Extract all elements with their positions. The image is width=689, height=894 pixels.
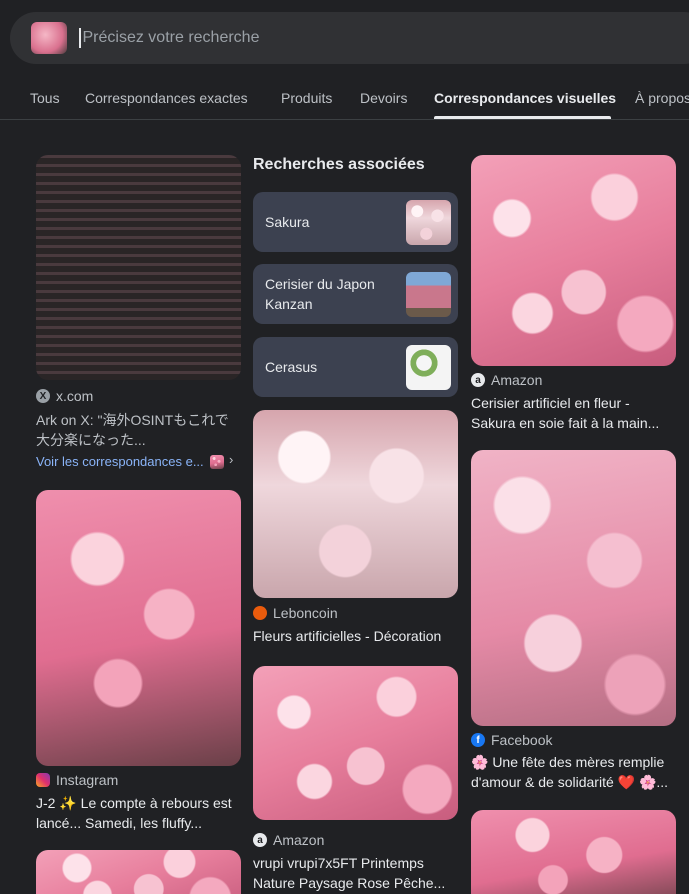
related-item-label: Sakura [265,214,310,230]
title-line: 🌸 Une fête des mères remplie [471,754,665,770]
related-item-label: Cerasus [265,359,318,375]
result-title-amazon-cerisier[interactable]: Cerisier artificiel en fleur - Sakura en… [471,393,681,433]
source-label: x.com [56,388,94,404]
result-title-facebook[interactable]: 🌸 Une fête des mères remplie d'amour & d… [471,752,681,792]
result-title-amazon-vrupi[interactable]: vrupi vrupi7x5FT Printemps Nature Paysag… [253,853,463,893]
search-image-thumbnail[interactable] [31,22,67,54]
title-line: Sakura en soie fait à la main... [471,415,660,431]
title-line: lancé... Samedi, les fluffy... [36,815,203,831]
result-source-x: X x.com [36,388,93,404]
source-label: Amazon [273,832,325,848]
result-source-leboncoin: Leboncoin [253,605,338,621]
related-item-kanzan[interactable]: Cerisier du Japon Kanzan [253,264,458,324]
tab-a-propos[interactable]: À propos [635,90,689,106]
result-title-leboncoin[interactable]: Fleurs artificielles - Décoration [253,626,463,646]
title-line: J-2 ✨ Le compte à rebours est [36,795,232,811]
tab-produits[interactable]: Produits [281,90,332,106]
active-tab-indicator [434,116,611,119]
related-item-label: Cerisier du Japon Kanzan [265,276,375,312]
instagram-logo-icon [36,773,50,787]
related-thumbnail [406,200,451,245]
result-image-x[interactable] [36,155,241,380]
amazon-logo-icon: a [253,833,267,847]
result-source-amazon: a Amazon [471,372,542,388]
result-title-instagram[interactable]: J-2 ✨ Le compte à rebours est lancé... S… [36,793,246,833]
result-source-facebook: f Facebook [471,732,552,748]
related-item-sakura[interactable]: Sakura [253,192,458,252]
source-label: Leboncoin [273,605,338,621]
title-line: d'amour & de solidarité ❤️ 🌸... [471,774,669,790]
related-searches-heading: Recherches associées [253,156,425,173]
see-matches-link[interactable]: Voir les correspondances e... [36,452,206,472]
amazon-logo-icon: a [471,373,485,387]
source-label: Instagram [56,772,119,788]
source-label: Amazon [491,372,543,388]
chevron-right-icon[interactable]: › [229,452,233,467]
related-thumbnail [406,272,451,317]
source-label: Facebook [491,732,553,748]
result-image-facebook[interactable] [471,450,676,726]
result-image-instagram[interactable] [36,490,241,766]
result-source-instagram: Instagram [36,772,118,788]
title-line: vrupi vrupi7x5FT Printemps [253,855,424,871]
result-image-leboncoin[interactable] [253,410,458,598]
related-item-cerasus[interactable]: Cerasus [253,337,458,397]
result-title-x[interactable]: Ark on X: "海外OSINTもこれで大分楽になった... [36,410,241,450]
related-thumbnail [406,345,451,390]
result-source-amazon: a Amazon [253,832,324,848]
tab-correspondances-visuelles[interactable]: Correspondances visuelles [434,90,616,106]
search-bar[interactable] [10,12,689,64]
tab-correspondances-exactes[interactable]: Correspondances exactes [85,90,248,106]
leboncoin-logo-icon [253,606,267,620]
result-image-amazon-vrupi[interactable] [253,666,458,820]
title-line: Cerisier artificiel en fleur - [471,395,630,411]
result-image-partial[interactable] [471,810,676,894]
facebook-logo-icon: f [471,733,485,747]
text-cursor [79,28,81,48]
result-image-partial[interactable] [36,850,241,894]
match-thumbnail [210,455,224,469]
search-input[interactable] [82,29,583,47]
x-logo-icon: X [36,389,50,403]
tab-bar: Tous Correspondances exactes Produits De… [0,76,689,120]
tab-tous[interactable]: Tous [30,90,60,106]
tab-devoirs[interactable]: Devoirs [360,90,407,106]
result-image-amazon-cerisier[interactable] [471,155,676,366]
title-line: Nature Paysage Rose Pêche... [253,875,446,891]
